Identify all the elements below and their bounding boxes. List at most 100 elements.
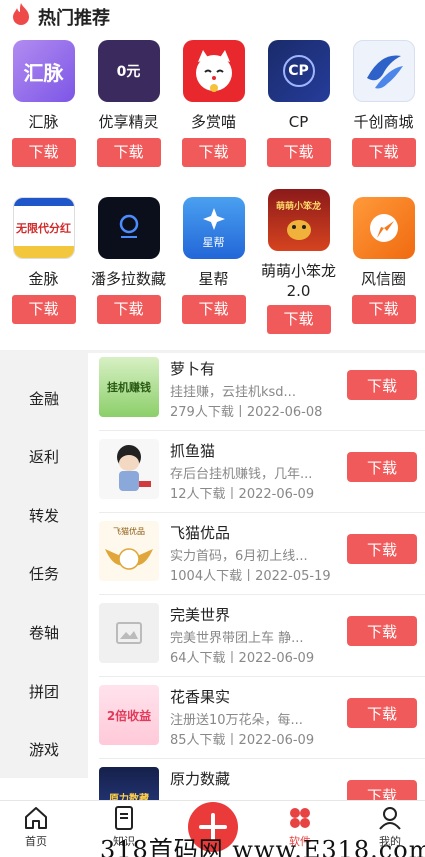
app-card[interactable]: 多赏喵 下载	[171, 40, 256, 167]
list-item-thumb-text: 挂机赚钱	[107, 381, 151, 394]
list-item-thumb	[99, 603, 159, 663]
download-button[interactable]: 下载	[347, 698, 417, 728]
list-item-thumb-text: 2倍收益	[106, 708, 152, 723]
app-icon-text: 0元	[116, 64, 141, 80]
list-item-thumb-text: 原力数藏	[109, 793, 149, 801]
download-button[interactable]: 下载	[266, 305, 331, 334]
app-card[interactable]: 0元 优享精灵 下载	[86, 40, 171, 167]
pandora-logo-icon	[119, 214, 138, 238]
list-item[interactable]: 完美世界 完美世界带团上车 静... 64人下载丨2022-06-09 下载	[88, 599, 425, 681]
user-icon	[379, 807, 401, 830]
sidebar-item-scroll[interactable]: 卷轴	[0, 622, 88, 643]
row-divider	[99, 676, 425, 677]
tab-home-label: 首页	[25, 835, 47, 848]
app-icon[interactable]	[97, 197, 160, 259]
app-icon[interactable]: 无限代分红	[12, 197, 75, 259]
app-icon[interactable]	[352, 40, 415, 102]
app-icon[interactable]: CP	[267, 40, 330, 102]
list-item[interactable]: 飞猫优品 飞猫优品 实力首码，6月初上线... 1004人下载丨2022-05-…	[88, 517, 425, 599]
app-icon[interactable]: 0元	[97, 40, 160, 102]
list-item-title: 完美世界	[170, 606, 231, 624]
download-button[interactable]: 下载	[181, 295, 246, 324]
app-card[interactable]: 萌萌小笨龙 萌萌小笨龙2.0 下载	[256, 189, 341, 334]
app-icon-text: 星帮	[202, 236, 225, 249]
dragon-icon	[286, 219, 311, 240]
row-divider	[99, 512, 425, 513]
tab-home[interactable]: 首页	[6, 805, 66, 849]
list-item-meta: 279人下载丨2022-06-08	[170, 405, 323, 420]
qianchuang-logo-icon	[366, 55, 403, 89]
download-button[interactable]: 下载	[181, 138, 246, 167]
list-item-thumb-text: 飞猫优品	[113, 526, 145, 536]
sidebar-item-forward[interactable]: 转发	[0, 505, 88, 526]
download-button[interactable]: 下载	[347, 452, 417, 482]
download-button[interactable]: 下载	[11, 138, 76, 167]
app-card[interactable]: 千创商城 下载	[341, 40, 425, 167]
download-button[interactable]: 下载	[351, 138, 416, 167]
app-icon-text: 无限代分红	[16, 222, 71, 235]
list-item[interactable]: 2倍收益 花香果实 注册送10万花朵，每... 85人下载丨2022-06-09…	[88, 681, 425, 763]
app-card[interactable]: 汇脉 汇脉 下载	[1, 40, 86, 167]
list-item-desc: 实力首码，6月初上线...	[170, 549, 308, 564]
list-item-title: 花香果实	[170, 688, 231, 706]
list-item-meta: 12人下载丨2022-06-09	[170, 487, 315, 502]
app-name: 萌萌小笨龙2.0	[260, 262, 336, 300]
download-button[interactable]: 下载	[266, 138, 331, 167]
list-item[interactable]: 原力数藏 原力数藏 下载	[88, 763, 425, 800]
download-button[interactable]: 下载	[347, 780, 417, 800]
download-button[interactable]: 下载	[347, 534, 417, 564]
section-header: 热门推荐	[0, 0, 425, 30]
app-card[interactable]: 星帮 星帮 下载	[171, 197, 256, 324]
sidebar-item-game[interactable]: 游戏	[0, 739, 88, 760]
app-icon[interactable]	[182, 40, 245, 102]
list-item-desc: 存后台挂机赚钱，几年...	[170, 467, 313, 482]
app-icon-text: CP	[282, 55, 315, 87]
app-name: CP	[288, 113, 309, 131]
page-title: 热门推荐	[38, 8, 110, 29]
app-icon-text: 汇脉	[23, 60, 64, 85]
app-card[interactable]: 无限代分红 金脉 下载	[1, 197, 86, 324]
list-item-title: 原力数藏	[170, 770, 231, 788]
download-button[interactable]: 下载	[96, 138, 161, 167]
app-icon[interactable]: 萌萌小笨龙	[267, 189, 330, 251]
list-item-meta: 85人下载丨2022-06-09	[170, 733, 315, 748]
app-icon[interactable]: 汇脉	[12, 40, 75, 102]
list-item[interactable]: 抓鱼猫 存后台挂机赚钱，几年... 12人下载丨2022-06-09 下载	[88, 435, 425, 517]
document-icon	[115, 806, 133, 830]
row-divider	[99, 430, 425, 431]
list-item-thumb: 飞猫优品	[99, 521, 159, 581]
home-icon	[25, 807, 47, 829]
app-name: 潘多拉数藏	[90, 270, 166, 288]
list-item-meta: 1004人下载丨2022-05-19	[170, 569, 331, 584]
app-name: 多赏喵	[190, 113, 236, 131]
list-item-thumb	[99, 439, 159, 499]
app-card[interactable]: 潘多拉数藏 下载	[86, 197, 171, 324]
app-card[interactable]: 风信圈 下载	[341, 197, 425, 324]
list-item[interactable]: 挂机赚钱 萝卜有 挂挂赚，云挂机ksd... 279人下载丨2022-06-08…	[88, 353, 425, 435]
app-icon[interactable]	[352, 197, 415, 259]
app-list: 挂机赚钱 萝卜有 挂挂赚，云挂机ksd... 279人下载丨2022-06-08…	[88, 353, 425, 800]
lucky-cat-icon	[195, 50, 232, 92]
download-button[interactable]: 下载	[347, 616, 417, 646]
sidebar-item-rebate[interactable]: 返利	[0, 446, 88, 467]
sidebar-item-groupbuy[interactable]: 拼团	[0, 681, 88, 702]
list-item-desc: 完美世界带团上车 静...	[170, 631, 304, 646]
download-button[interactable]: 下载	[351, 295, 416, 324]
app-card[interactable]: CP CP 下载	[256, 40, 341, 167]
list-item-thumb: 挂机赚钱	[99, 357, 159, 417]
download-button[interactable]: 下载	[96, 295, 161, 324]
list-item-thumb: 2倍收益	[99, 685, 159, 745]
app-name: 汇脉	[28, 113, 59, 131]
list-item-title: 飞猫优品	[170, 524, 231, 542]
download-button[interactable]: 下载	[347, 370, 417, 400]
windmill-icon	[369, 214, 398, 242]
row-divider	[99, 758, 425, 759]
app-icon-text: 萌萌小笨龙	[275, 201, 321, 212]
sidebar-item-task[interactable]: 任务	[0, 563, 88, 584]
app-name: 风信圈	[360, 270, 406, 288]
sidebar-item-finance[interactable]: 金融	[0, 388, 88, 409]
list-item-meta: 64人下载丨2022-06-09	[170, 651, 315, 666]
list-item-title: 抓鱼猫	[170, 442, 216, 460]
app-icon[interactable]: 星帮	[182, 197, 245, 259]
download-button[interactable]: 下载	[11, 295, 76, 324]
